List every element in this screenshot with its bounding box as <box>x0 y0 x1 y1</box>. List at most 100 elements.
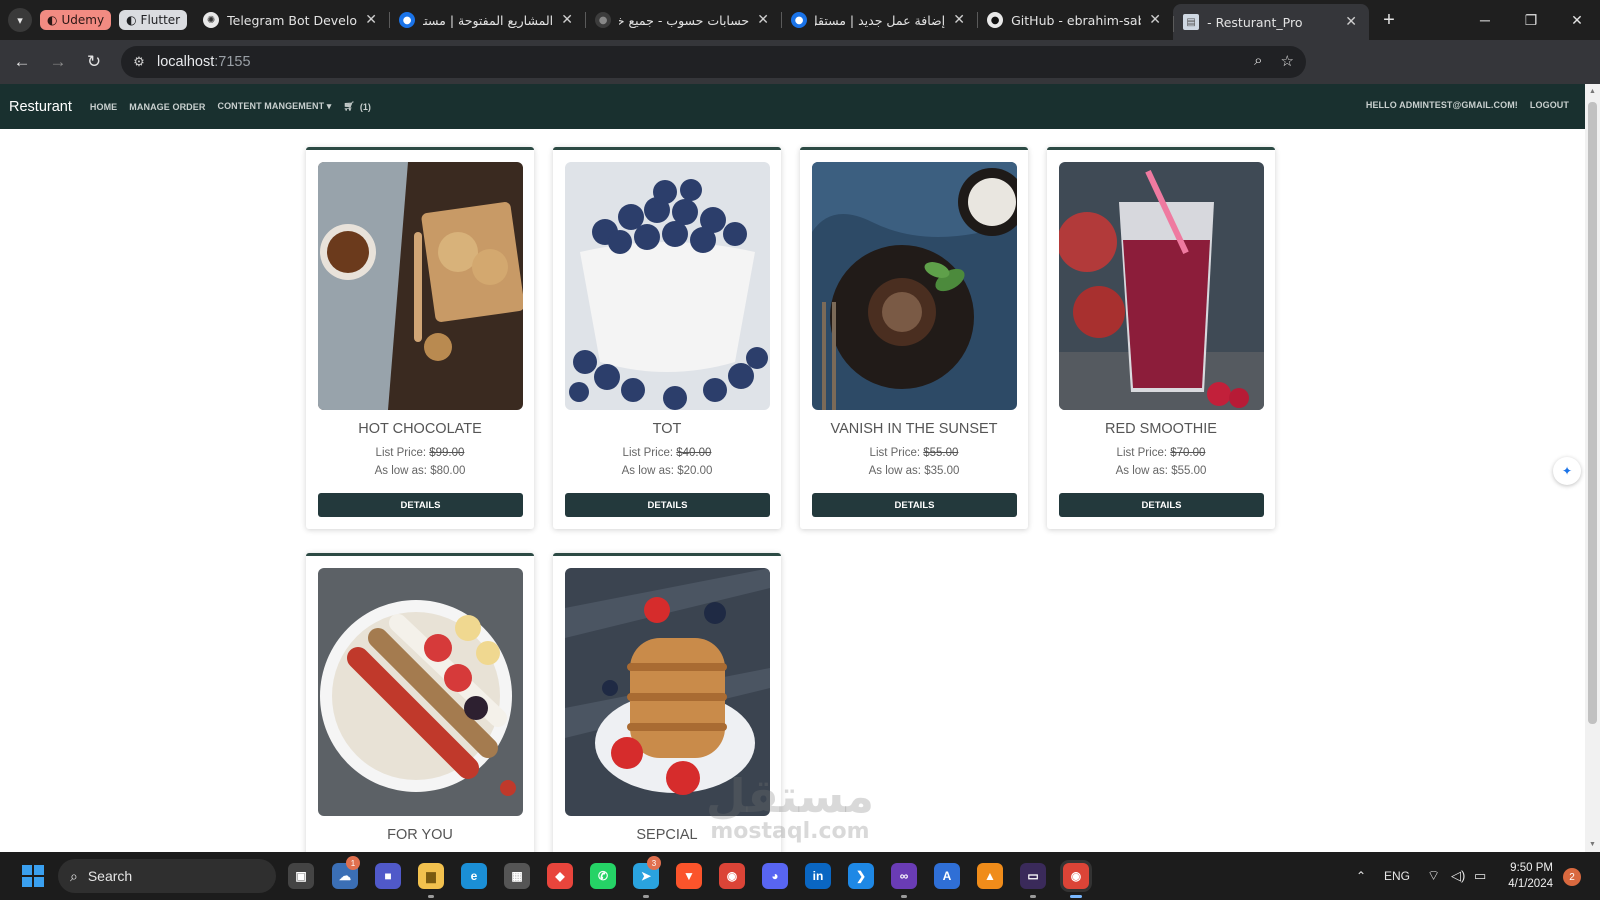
product-card: RED SMOOTHIE List Price: $70.00 As low a… <box>1047 147 1275 529</box>
tab-mostaql-add-work[interactable]: ● إضافة عمل جديد | مستقل ✕ <box>781 0 977 40</box>
page-icon: ▤ <box>1183 14 1200 30</box>
close-window-button[interactable]: ✕ <box>1554 0 1600 40</box>
wifi-icon[interactable]: ⌔ <box>1427 852 1440 900</box>
restore-button[interactable]: ❐ <box>1508 0 1554 40</box>
whatsapp-icon[interactable]: ✆ <box>590 863 616 889</box>
openai-icon: ✺ <box>203 12 220 28</box>
product-name: VANISH IN THE SUNSET <box>830 421 998 437</box>
tab-resturant-pro[interactable]: ▤ - Resturant_Pro ✕ <box>1173 4 1370 40</box>
reload-icon[interactable]: ↻ <box>76 52 112 72</box>
notification-badge[interactable]: 2 <box>1563 868 1581 886</box>
scrollbar-thumb[interactable] <box>1588 102 1597 724</box>
github-icon: ● <box>987 12 1004 28</box>
tab-hsoub-accounts[interactable]: ● حسابات حسوب - جميع خد ✕ <box>585 0 781 40</box>
product-card: FOR YOU <box>306 553 534 852</box>
volume-icon[interactable]: ◁) <box>1451 852 1465 900</box>
nav-manage-order[interactable]: MANAGE ORDER <box>129 102 205 112</box>
tray-chevron-icon[interactable]: ⌃ <box>1356 852 1366 900</box>
vscode-icon[interactable]: ❯ <box>848 863 874 889</box>
teams-icon[interactable]: ■ <box>375 863 401 889</box>
nav-home[interactable]: HOME <box>90 102 117 112</box>
bookmark-star-icon[interactable]: ☆ <box>1281 52 1294 70</box>
app-store-icon[interactable]: A <box>934 863 960 889</box>
taskbar-search[interactable]: ⌕ Search <box>58 859 276 893</box>
user-greeting[interactable]: HELLO ADMINTEST@GMAIL.COM! <box>1366 100 1518 110</box>
mostaql-icon: ● <box>791 12 808 28</box>
nav-content-management[interactable]: CONTENT MANGEMENT ▾ <box>217 101 331 112</box>
new-tab-button[interactable]: + <box>1383 9 1395 32</box>
logout-link[interactable]: LOGOUT <box>1530 100 1569 110</box>
site-settings-icon[interactable]: ⚙ <box>121 54 157 70</box>
zoom-icon[interactable]: ⌕ <box>1254 52 1262 70</box>
browser-tab-strip: ▾ ◐ Udemy ◐ Flutter ✺ Telegram Bot Devel… <box>0 0 1600 40</box>
back-icon[interactable]: ← <box>4 52 40 72</box>
product-card: TOT List Price: $40.00 As low as: $20.00… <box>553 147 781 529</box>
udemy-icon: ◐ <box>47 13 58 27</box>
chrome-icon[interactable]: ◉ <box>719 863 745 889</box>
site-brand[interactable]: Resturant <box>9 99 72 115</box>
site-navbar: Resturant HOME MANAGE ORDER CONTENT MANG… <box>0 84 1585 129</box>
url-host: localhost <box>157 54 215 70</box>
caret-down-icon: ▾ <box>326 101 332 111</box>
weather-badge: 1 <box>346 856 360 870</box>
page-scrollbar[interactable]: ▲ ▼ <box>1585 84 1600 852</box>
close-icon[interactable]: ✕ <box>363 12 379 28</box>
details-button[interactable]: DETAILS <box>318 493 523 517</box>
hot-chocolate-photo[interactable] <box>318 162 523 410</box>
fruit-bowl-photo[interactable] <box>318 568 523 816</box>
anydesk-icon[interactable]: ◆ <box>547 863 573 889</box>
browser-toolbar: ← → ↻ ⚙ localhost:7155 ⌕ ☆ ⛉ ● ⧉ ◎ ▥ ⋮ <box>0 40 1600 111</box>
nav-cart[interactable]: 🛒︎ (1) <box>343 101 370 112</box>
low-price: As low as: $20.00 <box>621 465 713 477</box>
visual-studio-icon[interactable]: ∞ <box>891 863 917 889</box>
low-price: As low as: $35.00 <box>868 465 960 477</box>
terminal-icon[interactable]: ▭ <box>1020 863 1046 889</box>
address-bar[interactable]: ⚙ localhost:7155 ⌕ ☆ <box>121 46 1306 78</box>
edge-icon[interactable]: e <box>461 863 487 889</box>
language-indicator[interactable]: ENG <box>1384 852 1410 900</box>
minimize-button[interactable]: ─ <box>1462 0 1508 40</box>
start-button[interactable] <box>20 863 46 889</box>
linkedin-icon[interactable]: in <box>805 863 831 889</box>
close-icon[interactable]: ✕ <box>559 12 575 28</box>
mostaql-icon: ● <box>399 12 416 28</box>
file-explorer-icon[interactable]: ▆ <box>418 863 444 889</box>
tab-telegram-bot[interactable]: ✺ Telegram Bot Developm ✕ <box>193 0 389 40</box>
system-clock[interactable]: 9:50 PM 4/1/2024 <box>1483 860 1553 892</box>
red-smoothie-photo[interactable] <box>1059 162 1264 410</box>
product-name: HOT CHOCOLATE <box>358 421 482 437</box>
store-icon[interactable]: ▦ <box>504 863 530 889</box>
close-icon[interactable]: ✕ <box>755 12 771 28</box>
forward-icon[interactable]: → <box>40 52 76 72</box>
close-icon[interactable]: ✕ <box>1147 12 1163 28</box>
chevron-down-icon: ▾ <box>17 14 23 27</box>
cart-count: (1) <box>359 101 371 112</box>
details-button[interactable]: DETAILS <box>565 493 770 517</box>
chrome-active-icon[interactable]: ◉ <box>1063 863 1089 889</box>
scroll-down-icon[interactable]: ▼ <box>1588 841 1597 848</box>
task-view-icon[interactable]: ▣ <box>288 863 314 889</box>
chocolate-cake-photo[interactable] <box>812 162 1017 410</box>
brave-icon[interactable]: ▼ <box>676 863 702 889</box>
vlc-icon[interactable]: ▲ <box>977 863 1003 889</box>
assistant-float-button[interactable]: ✦ <box>1553 457 1581 485</box>
details-button[interactable]: DETAILS <box>1059 493 1264 517</box>
close-icon[interactable]: ✕ <box>951 12 967 28</box>
close-icon[interactable]: ✕ <box>1343 14 1359 30</box>
discord-icon[interactable]: ◕ <box>762 863 788 889</box>
details-button[interactable]: DETAILS <box>812 493 1017 517</box>
url-port: :7155 <box>214 54 251 70</box>
github-icon: ◐ <box>126 13 137 27</box>
product-name: FOR YOU <box>387 827 453 843</box>
scroll-up-icon[interactable]: ▲ <box>1588 88 1597 95</box>
tab-search-button[interactable]: ▾ <box>8 8 32 32</box>
windows-taskbar: ⌕ Search ▣ ☁ 1 ■ ▆ e ▦ ◆ ✆ ➤ 3 ▼ ◉ ◕ in … <box>0 852 1600 900</box>
mostaql-watermark: مستقل mostaql.com <box>705 769 875 844</box>
tab-mostaql-projects[interactable]: ● المشاريع المفتوحة | مستق ✕ <box>389 0 585 40</box>
tab-github[interactable]: ● GitHub - ebrahim-saber ✕ <box>977 0 1173 40</box>
low-price: As low as: $80.00 <box>374 465 466 477</box>
search-icon: ⌕ <box>70 867 78 884</box>
tab-group-udemy[interactable]: ◐ Udemy <box>40 10 112 30</box>
tab-group-flutter[interactable]: ◐ Flutter <box>119 10 188 30</box>
blueberries-photo[interactable] <box>565 162 770 410</box>
